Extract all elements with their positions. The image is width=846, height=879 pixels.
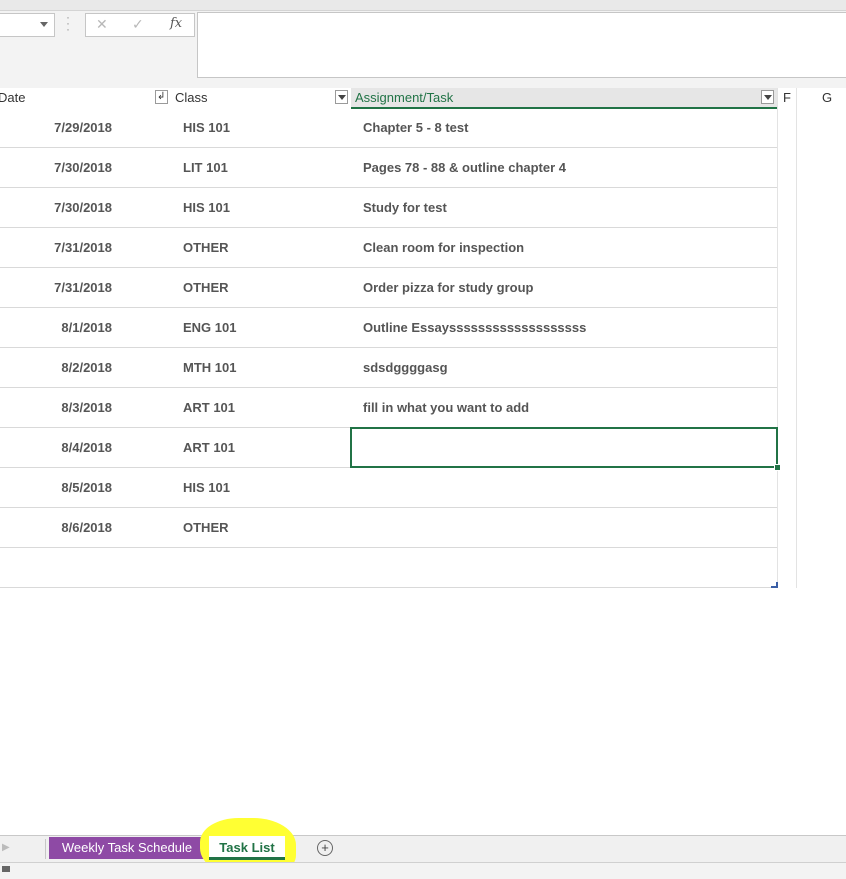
- tab-weekly-task-schedule[interactable]: Weekly Task Schedule: [49, 837, 205, 859]
- class-cell[interactable]: OTHER: [183, 228, 229, 268]
- table-row: 7/31/2018 OTHER Clean room for inspectio…: [0, 228, 777, 268]
- macro-record-icon[interactable]: [2, 866, 10, 872]
- table-row-empty[interactable]: [0, 548, 777, 588]
- tab-task-list[interactable]: Task List: [209, 836, 285, 860]
- table-row: 7/29/2018 HIS 101 Chapter 5 - 8 test: [0, 108, 777, 148]
- class-cell[interactable]: MTH 101: [183, 348, 236, 388]
- class-cell[interactable]: HIS 101: [183, 188, 230, 228]
- column-header-class[interactable]: Class: [175, 88, 208, 107]
- table-row: 8/1/2018 ENG 101 Outline Essayssssssssss…: [0, 308, 777, 348]
- tab-divider: [45, 839, 46, 859]
- formula-input[interactable]: [197, 12, 846, 78]
- class-cell[interactable]: HIS 101: [183, 108, 230, 148]
- task-cell[interactable]: fill in what you want to add: [363, 388, 529, 428]
- table-resize-handle[interactable]: [771, 582, 778, 588]
- column-divider: [796, 88, 797, 588]
- filter-dropdown-icon[interactable]: [335, 90, 348, 104]
- date-cell[interactable]: 8/1/2018: [0, 308, 112, 348]
- active-cell[interactable]: [350, 427, 778, 468]
- class-cell[interactable]: OTHER: [183, 508, 229, 548]
- date-cell[interactable]: 7/31/2018: [0, 268, 112, 308]
- task-cell[interactable]: Chapter 5 - 8 test: [363, 108, 468, 148]
- task-cell[interactable]: Order pizza for study group: [363, 268, 533, 308]
- column-header-date[interactable]: Date: [0, 88, 25, 107]
- class-cell[interactable]: LIT 101: [183, 148, 228, 188]
- date-cell[interactable]: 7/30/2018: [0, 188, 112, 228]
- class-cell[interactable]: ENG 101: [183, 308, 236, 348]
- class-cell[interactable]: ART 101: [183, 428, 235, 468]
- task-cell[interactable]: Outline Essaysssssssssssssssssss: [363, 308, 586, 348]
- ribbon-edge: [0, 0, 846, 11]
- date-cell[interactable]: 8/2/2018: [0, 348, 112, 388]
- column-header-g[interactable]: G: [822, 88, 832, 107]
- column-divider: [777, 88, 778, 588]
- table-row: 7/31/2018 OTHER Order pizza for study gr…: [0, 268, 777, 308]
- task-cell[interactable]: Study for test: [363, 188, 447, 228]
- status-bar: [0, 862, 846, 879]
- column-header-task[interactable]: Assignment/Task: [355, 88, 453, 107]
- table-row: 7/30/2018 HIS 101 Study for test: [0, 188, 777, 228]
- enter-icon[interactable]: ✓: [132, 16, 144, 33]
- task-cell[interactable]: Clean room for inspection: [363, 228, 524, 268]
- class-cell[interactable]: OTHER: [183, 268, 229, 308]
- column-header-f[interactable]: F: [783, 88, 791, 107]
- class-cell[interactable]: ART 101: [183, 388, 235, 428]
- cancel-icon[interactable]: ✕: [96, 16, 108, 33]
- table-row: 8/6/2018 OTHER: [0, 508, 777, 548]
- fill-handle[interactable]: [774, 464, 781, 471]
- date-cell[interactable]: 8/5/2018: [0, 468, 112, 508]
- date-cell[interactable]: 7/30/2018: [0, 148, 112, 188]
- date-cell[interactable]: 8/3/2018: [0, 388, 112, 428]
- task-cell[interactable]: Pages 78 - 88 & outline chapter 4: [363, 148, 566, 188]
- date-cell[interactable]: 7/29/2018: [0, 108, 112, 148]
- class-cell[interactable]: HIS 101: [183, 468, 230, 508]
- drag-handle-icon[interactable]: · · ·: [66, 11, 70, 35]
- add-sheet-icon[interactable]: +: [317, 840, 333, 856]
- name-box[interactable]: [0, 13, 55, 37]
- insert-function-icon[interactable]: fx: [170, 16, 182, 31]
- date-cell[interactable]: 8/6/2018: [0, 508, 112, 548]
- table-row: 8/5/2018 HIS 101: [0, 468, 777, 508]
- table-row: 7/30/2018 LIT 101 Pages 78 - 88 & outlin…: [0, 148, 777, 188]
- task-cell[interactable]: sdsdggggasg: [363, 348, 448, 388]
- scroll-left-icon[interactable]: ▶: [2, 842, 10, 853]
- chevron-down-icon[interactable]: [40, 22, 48, 27]
- date-cell[interactable]: 8/4/2018: [0, 428, 112, 468]
- table-row: 8/2/2018 MTH 101 sdsdggggasg: [0, 348, 777, 388]
- filter-dropdown-icon[interactable]: [761, 90, 774, 104]
- table-row: 8/3/2018 ART 101 fill in what you want t…: [0, 388, 777, 428]
- formula-buttons: ✕ ✓ fx: [85, 13, 195, 37]
- date-cell[interactable]: 7/31/2018: [0, 228, 112, 268]
- sort-filter-icon[interactable]: [155, 90, 168, 104]
